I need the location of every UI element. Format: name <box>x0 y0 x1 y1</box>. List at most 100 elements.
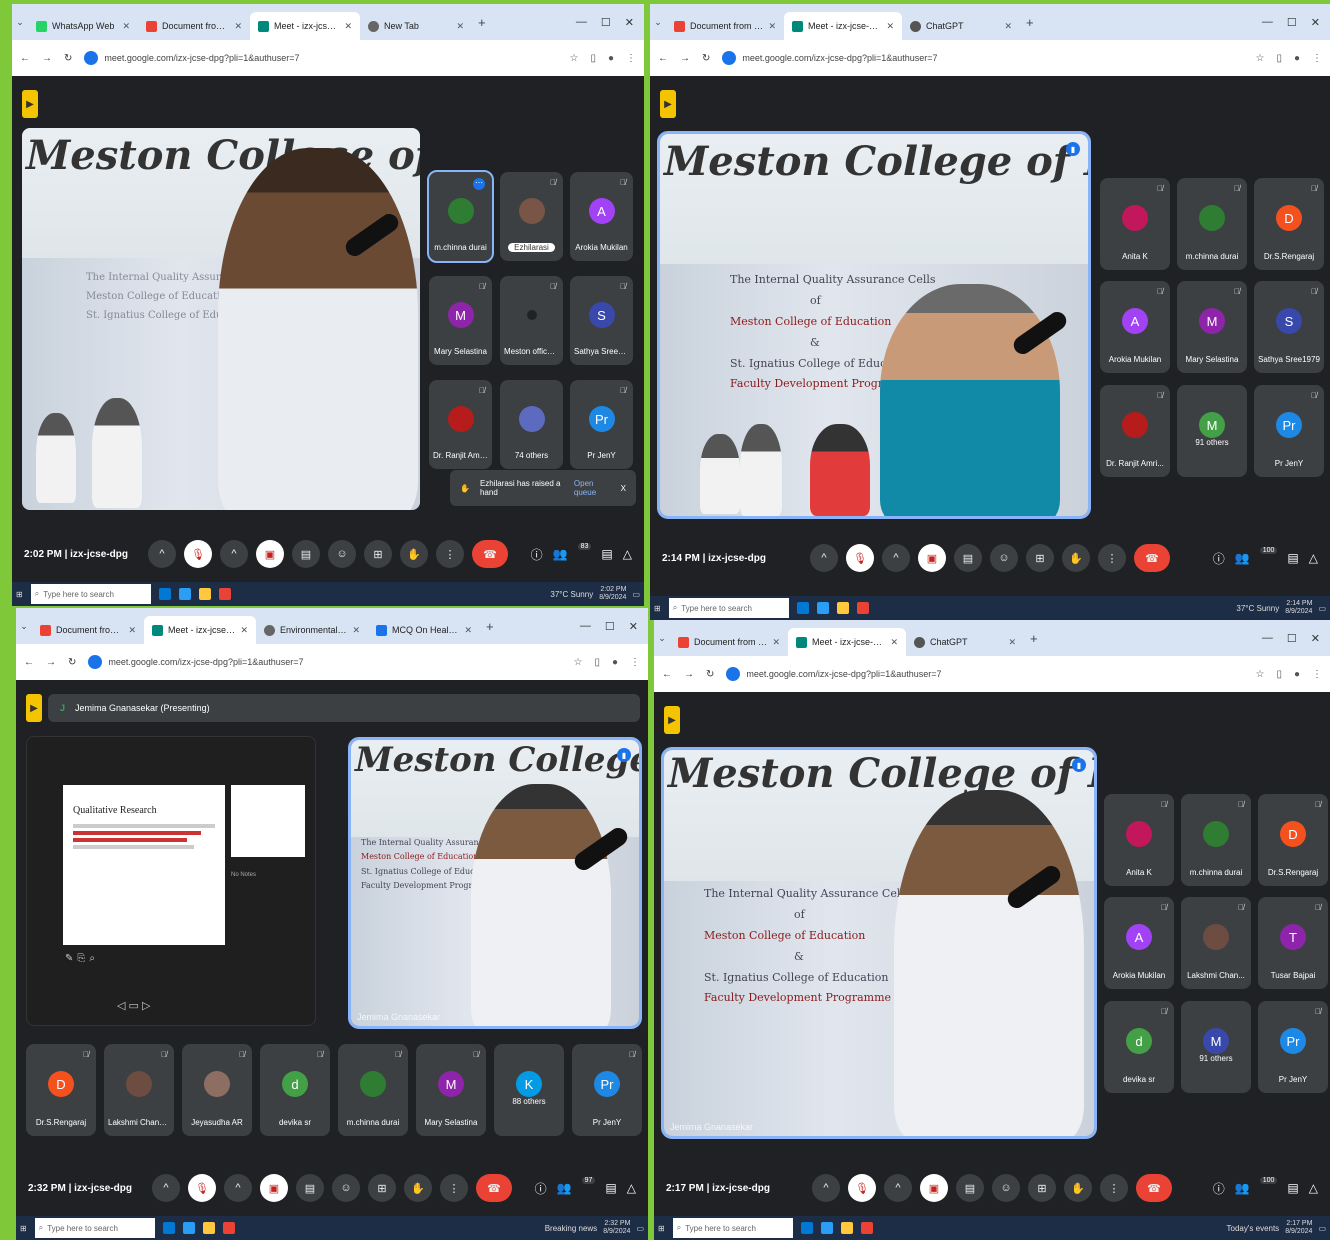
main-video[interactable]: Meston College of Education The Internal… <box>22 128 420 510</box>
edge-icon[interactable] <box>820 1222 833 1234</box>
weather-text[interactable]: 37°C Sunny <box>1236 604 1279 613</box>
participant-tile[interactable]: 74 others <box>500 380 563 469</box>
taskview-icon[interactable] <box>162 1222 175 1234</box>
explorer-icon[interactable] <box>198 588 211 600</box>
camera-toggle-button[interactable]: ▣ <box>256 540 284 568</box>
more-options-button[interactable]: ⋮ <box>440 1174 468 1202</box>
url-text[interactable]: meet.google.com/izx-jcse-dpg?pli=1&authu… <box>104 53 299 63</box>
forward-icon[interactable]: → <box>42 53 52 64</box>
raise-hand-button[interactable]: ✋ <box>1062 544 1090 572</box>
notification-icon[interactable]: ▭ <box>1318 1224 1326 1233</box>
emoji-button[interactable]: ☺ <box>992 1174 1020 1202</box>
participant-tile[interactable]: d devika sr 🎙̸ <box>260 1044 330 1136</box>
edge-icon[interactable] <box>816 602 829 614</box>
more-options-button[interactable]: ⋮ <box>1100 1174 1128 1202</box>
participant-tile[interactable]: K 88 others <box>494 1044 564 1136</box>
extensions-icon[interactable]: ▯ <box>1276 669 1282 680</box>
reload-icon[interactable]: ↻ <box>64 53 72 64</box>
site-info-icon[interactable] <box>722 51 737 65</box>
tab-chatgpt[interactable]: ChatGPT ✕ <box>906 628 1024 656</box>
reload-icon[interactable]: ↻ <box>702 53 710 64</box>
raise-hand-button[interactable]: ✋ <box>400 540 428 568</box>
profile-icon[interactable]: ● <box>1294 53 1300 64</box>
menu-icon[interactable]: ⋮ <box>1312 669 1322 680</box>
tab-whatsapp[interactable]: WhatsApp Web ✕ <box>28 12 138 40</box>
people-icon[interactable]: 👥 <box>557 1181 572 1195</box>
participant-tile[interactable]: Lakshmi Chandar 🎙̸ <box>104 1044 174 1136</box>
emoji-button[interactable]: ☺ <box>990 544 1018 572</box>
participant-tile[interactable]: D Dr.S.Rengaraj 🎙̸ <box>1258 794 1328 886</box>
participant-tile[interactable]: S Sathya Sree1979 🎙̸ <box>1254 281 1324 373</box>
windows-start-icon[interactable]: ⊞ <box>654 604 661 613</box>
menu-icon[interactable]: ⋮ <box>630 657 640 668</box>
people-icon[interactable]: 👥 <box>553 547 568 561</box>
close-icon[interactable]: ✕ <box>240 625 248 636</box>
star-icon[interactable]: ☆ <box>573 657 582 668</box>
taskbar-search[interactable]: ⌕ Type here to search <box>30 584 151 604</box>
activities-icon[interactable]: ▶ <box>26 694 42 722</box>
new-tab-button[interactable]: + <box>480 619 500 634</box>
close-icon[interactable]: ✕ <box>1004 21 1012 32</box>
info-icon[interactable]: ⓘ <box>1213 1180 1225 1197</box>
chrome-icon[interactable] <box>218 588 231 600</box>
participant-tile[interactable]: Pr Pr JenY 🎙̸ <box>570 380 633 469</box>
tab-search-icon[interactable]: ⌄ <box>650 17 666 28</box>
presentation-screen[interactable]: Qualitative Research No Notes ✎⎘⌕ ◁ ▭ ▷ <box>26 736 316 1026</box>
events-text[interactable]: Today's events <box>1227 1224 1280 1233</box>
more-options-button[interactable]: ⋮ <box>436 540 464 568</box>
explorer-icon[interactable] <box>836 602 849 614</box>
participant-tile[interactable]: m.chinna durai 🎙̸ <box>1181 794 1251 886</box>
participant-tile[interactable]: Lakshmi Chan... 🎙̸ <box>1181 897 1251 989</box>
leave-call-button[interactable]: ☎ <box>472 540 508 568</box>
slide-tools[interactable]: ✎⎘⌕ <box>65 953 99 964</box>
participant-tile[interactable]: m.chinna durai ⋯ <box>427 170 494 263</box>
close-window-icon[interactable]: ✕ <box>629 620 638 633</box>
close-icon[interactable]: ✕ <box>768 21 776 32</box>
mic-options-button[interactable]: ^ <box>152 1174 180 1202</box>
tab-meet[interactable]: Meet - izx-jcse-dpg ✕ <box>788 628 906 656</box>
participant-tile[interactable]: Anita K 🎙̸ <box>1104 794 1174 886</box>
maximize-icon[interactable]: ☐ <box>601 16 611 29</box>
activities-icon[interactable]: ▶ <box>660 90 676 118</box>
tab-mcq[interactable]: MCQ On Health And Hygiene ✕ <box>368 616 480 644</box>
back-icon[interactable]: ← <box>20 53 30 64</box>
star-icon[interactable]: ☆ <box>1255 53 1264 64</box>
minimize-icon[interactable]: — <box>1262 632 1273 645</box>
new-tab-button[interactable]: + <box>1020 15 1040 30</box>
chat-icon[interactable]: ▤ <box>601 547 612 561</box>
windows-start-icon[interactable]: ⊞ <box>658 1224 665 1233</box>
site-info-icon[interactable] <box>726 667 741 681</box>
cam-options-button[interactable]: ^ <box>882 544 910 572</box>
maximize-icon[interactable]: ☐ <box>605 620 615 633</box>
tab-search-icon[interactable]: ⌄ <box>12 17 28 28</box>
cam-options-button[interactable]: ^ <box>220 540 248 568</box>
extensions-icon[interactable]: ▯ <box>590 53 596 64</box>
taskview-icon[interactable] <box>796 602 809 614</box>
participant-tile[interactable]: T Tusar Bajpai 🎙̸ <box>1258 897 1328 989</box>
emoji-button[interactable]: ☺ <box>328 540 356 568</box>
taskview-icon[interactable] <box>800 1222 813 1234</box>
camera-toggle-button[interactable]: ▣ <box>260 1174 288 1202</box>
chat-icon[interactable]: ▤ <box>605 1181 616 1195</box>
close-icon[interactable]: ✕ <box>772 637 780 648</box>
url-text[interactable]: meet.google.com/izx-jcse-dpg?pli=1&authu… <box>746 669 941 679</box>
activities-icon[interactable]: ▶ <box>664 706 680 734</box>
participant-tile[interactable]: M 91 others <box>1181 1001 1251 1093</box>
participant-tile[interactable]: M Mary Selastina 🎙̸ <box>429 276 492 365</box>
participant-tile[interactable]: Meston office ... 🎙̸ <box>500 276 563 365</box>
raise-hand-button[interactable]: ✋ <box>1064 1174 1092 1202</box>
close-icon[interactable]: ✕ <box>890 637 898 648</box>
url-text[interactable]: meet.google.com/izx-jcse-dpg?pli=1&authu… <box>108 657 303 667</box>
tab-environment[interactable]: Environmental Sustainability C ✕ <box>256 616 368 644</box>
mic-options-button[interactable]: ^ <box>810 544 838 572</box>
info-icon[interactable]: ⓘ <box>535 1180 547 1197</box>
maximize-icon[interactable]: ☐ <box>1287 632 1297 645</box>
info-icon[interactable]: ⓘ <box>531 546 543 563</box>
weather-text[interactable]: 37°C Sunny <box>550 590 593 599</box>
notification-icon[interactable]: ▭ <box>1318 604 1326 613</box>
mic-toggle-button[interactable]: 🎙 <box>188 1174 216 1202</box>
menu-icon[interactable]: ⋮ <box>1312 53 1322 64</box>
leave-call-button[interactable]: ☎ <box>476 1174 512 1202</box>
participant-tile[interactable]: A Arokia Mukilan 🎙̸ <box>1100 281 1170 373</box>
profile-icon[interactable]: ● <box>612 657 618 668</box>
